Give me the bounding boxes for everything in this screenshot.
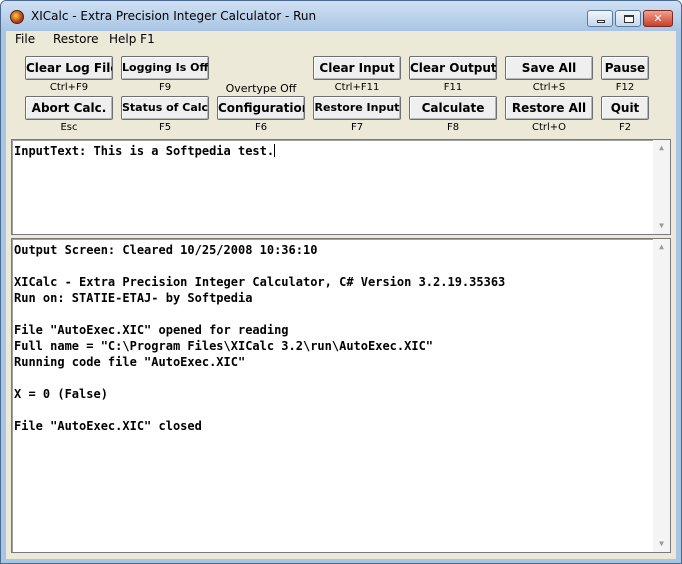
clear-input-button[interactable]: Clear Input [313, 56, 401, 80]
output-lines: Output Screen: Cleared 10/25/2008 10:36:… [14, 242, 650, 434]
configuration-button[interactable]: Configuration [217, 96, 305, 120]
clear-log-file-button[interactable]: Clear Log File [25, 56, 113, 80]
output-scrollbar[interactable]: ▲ ▼ [653, 239, 670, 552]
output-line: Full name = "C:\Program Files\XICalc 3.2… [14, 339, 434, 353]
status-of-calc-shortcut: F5 [158, 122, 172, 133]
input-text: InputText: This is a Softpedia test. [14, 144, 275, 158]
output-line: Output Screen: Cleared 10/25/2008 10:36:… [14, 243, 318, 257]
maximize-button[interactable] [615, 10, 641, 27]
output-line: X = 0 (False) [14, 387, 108, 401]
clear-output-shortcut: F11 [443, 82, 463, 93]
maximize-icon [624, 15, 634, 23]
minimize-button[interactable] [587, 10, 613, 27]
logging-toggle-shortcut: F9 [158, 82, 172, 93]
menu-bar: File Restore Help F1 [6, 31, 676, 49]
status-of-calc-button[interactable]: Status of Calc. [121, 96, 209, 120]
output-line: File "AutoExec.XIC" opened for reading [14, 323, 289, 337]
save-all-button[interactable]: Save All [505, 56, 593, 80]
output-screen[interactable]: Output Screen: Cleared 10/25/2008 10:36:… [11, 238, 671, 553]
restore-all-shortcut: Ctrl+O [531, 122, 567, 133]
app-window: XICalc - Extra Precision Integer Calcula… [0, 0, 682, 564]
window-title: XICalc - Extra Precision Integer Calcula… [31, 9, 317, 23]
restore-input-shortcut: F7 [350, 122, 364, 133]
output-line: XICalc - Extra Precision Integer Calcula… [14, 275, 506, 289]
pause-button[interactable]: Pause [601, 56, 649, 80]
menu-restore[interactable]: Restore [53, 32, 99, 46]
scroll-up-icon[interactable]: ▲ [653, 240, 670, 254]
client-area: File Restore Help F1 Clear Log File Ctrl… [6, 31, 676, 559]
configuration-shortcut: F6 [254, 122, 268, 133]
calculate-button[interactable]: Calculate [409, 96, 497, 120]
restore-all-button[interactable]: Restore All [505, 96, 593, 120]
scroll-down-icon[interactable]: ▼ [653, 537, 670, 551]
menu-file[interactable]: File [15, 32, 35, 46]
logging-toggle-button[interactable]: Logging Is Off [121, 56, 209, 80]
scroll-up-icon[interactable]: ▲ [653, 141, 670, 155]
quit-button[interactable]: Quit [601, 96, 649, 120]
scroll-down-icon[interactable]: ▼ [653, 219, 670, 233]
close-button[interactable]: ✕ [643, 10, 673, 27]
restore-input-button[interactable]: Restore Input [313, 96, 401, 120]
text-caret [274, 144, 276, 157]
output-line: Running code file "AutoExec.XIC" [14, 355, 246, 369]
input-scrollbar[interactable]: ▲ ▼ [653, 140, 670, 234]
close-icon: ✕ [653, 12, 663, 25]
output-line: File "AutoExec.XIC" closed [14, 419, 202, 433]
minimize-icon [597, 20, 605, 23]
calculate-shortcut: F8 [446, 122, 460, 133]
output-line: Run on: STATIE-ETAJ- by Softpedia [14, 291, 253, 305]
app-icon[interactable] [10, 10, 24, 24]
overtype-status: Overtype Off [225, 82, 297, 95]
clear-output-button[interactable]: Clear Output [409, 56, 497, 80]
clear-input-shortcut: Ctrl+F11 [334, 82, 380, 93]
save-all-shortcut: Ctrl+S [532, 82, 566, 93]
title-bar[interactable]: XICalc - Extra Precision Integer Calcula… [1, 1, 681, 31]
quit-shortcut: F2 [618, 122, 632, 133]
abort-calc-shortcut: Esc [60, 122, 78, 133]
pause-shortcut: F12 [615, 82, 635, 93]
clear-log-file-shortcut: Ctrl+F9 [49, 82, 89, 93]
abort-calc-button[interactable]: Abort Calc. [25, 96, 113, 120]
input-lines: InputText: This is a Softpedia test. [14, 143, 650, 159]
input-text-area[interactable]: InputText: This is a Softpedia test. ▲ ▼ [11, 139, 671, 235]
input-line: InputText: This is a Softpedia test. [14, 143, 650, 159]
menu-help[interactable]: Help F1 [109, 32, 155, 46]
